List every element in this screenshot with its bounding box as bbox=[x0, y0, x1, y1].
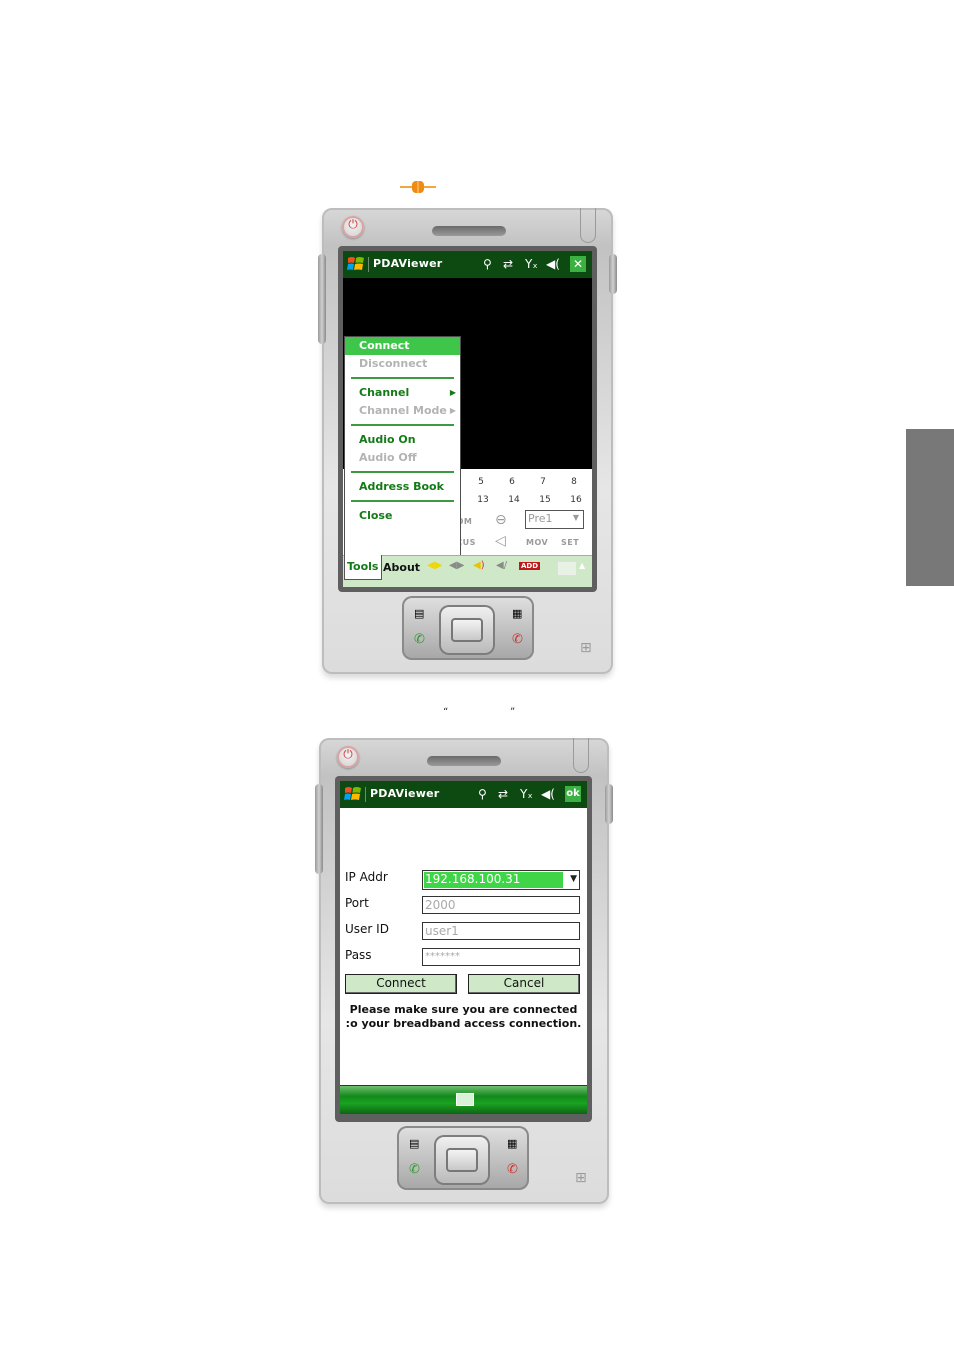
side-button-left[interactable] bbox=[318, 254, 326, 344]
menu-item-channel[interactable]: Channel ▶ bbox=[345, 384, 460, 402]
chevron-down-icon: ▼ bbox=[572, 513, 579, 522]
channel-14[interactable]: 14 bbox=[506, 495, 522, 505]
signal-antenna-icon[interactable]: ⚲ bbox=[483, 256, 492, 272]
password-input[interactable]: ******* bbox=[422, 948, 580, 966]
menu-item-channel-mode[interactable]: Channel Mode ▶ bbox=[345, 402, 460, 420]
side-button-left[interactable] bbox=[315, 784, 323, 874]
contacts-key-icon[interactable]: ▤ bbox=[409, 1138, 419, 1150]
channel-15[interactable]: 15 bbox=[537, 495, 553, 505]
pda-device-bottom: PDAViewer ⚲ ⇄ Yₓ ◀( ok IP Addr 192.168.1… bbox=[315, 738, 613, 1204]
connection-note: Please make sure you are connected :o yo… bbox=[345, 1003, 582, 1030]
menu-item-close[interactable]: Close bbox=[345, 507, 460, 525]
menu-item-audio-off[interactable]: Audio Off bbox=[345, 449, 460, 467]
stylus-slot bbox=[573, 738, 589, 773]
port-input[interactable]: 2000 bbox=[422, 896, 580, 914]
volume-icon[interactable]: ◀( bbox=[541, 786, 555, 802]
close-icon[interactable]: ✕ bbox=[570, 256, 586, 272]
pda-device-top: PDAViewer ⚲ ⇄ Yₓ ◀( ✕ 5 6 7 8 13 14 15 1… bbox=[318, 208, 617, 674]
stylus-slot bbox=[580, 208, 596, 243]
power-button[interactable] bbox=[337, 746, 359, 768]
call-key-icon[interactable]: ✆ bbox=[414, 633, 425, 646]
keyboard-icon[interactable] bbox=[456, 1093, 474, 1106]
tab-tools[interactable]: Tools bbox=[344, 555, 382, 580]
mov-button[interactable]: MOV bbox=[526, 538, 548, 547]
dpad[interactable] bbox=[439, 605, 495, 655]
windows-logo-icon: ⊞ bbox=[580, 640, 592, 656]
volume-icon[interactable]: ◀( bbox=[546, 256, 560, 272]
cancel-button[interactable]: Cancel bbox=[468, 974, 580, 994]
power-button[interactable] bbox=[342, 216, 364, 238]
dpad-center-button[interactable] bbox=[446, 1148, 478, 1172]
up-arrow-icon[interactable]: ▲ bbox=[579, 561, 585, 570]
windows-start-icon[interactable] bbox=[344, 785, 362, 803]
user-id-input[interactable]: user1 bbox=[422, 922, 580, 940]
app-title: PDAViewer bbox=[373, 257, 443, 270]
caption-close-quote: ” bbox=[510, 707, 516, 718]
set-button[interactable]: SET bbox=[561, 538, 579, 547]
tab-about[interactable]: About bbox=[383, 561, 420, 574]
windows-logo-icon: ⊞ bbox=[575, 1170, 587, 1186]
chevron-down-icon: ▼ bbox=[570, 874, 577, 884]
submenu-arrow-icon: ▶ bbox=[449, 406, 456, 415]
speaker-grille bbox=[427, 756, 501, 766]
submenu-arrow-icon: ▶ bbox=[449, 388, 456, 397]
channel-5[interactable]: 5 bbox=[473, 477, 489, 487]
end-call-key-icon[interactable]: ✆ bbox=[507, 1163, 518, 1176]
channel-16[interactable]: 16 bbox=[568, 495, 584, 505]
connect-button[interactable]: Connect bbox=[345, 974, 457, 994]
tools-menu: Connect Disconnect Channel ▶ Channel Mode… bbox=[344, 336, 461, 563]
title-bar: PDAViewer ⚲ ⇄ Yₓ ◀( ok bbox=[340, 781, 587, 808]
signal-antenna-icon[interactable]: ⚲ bbox=[478, 786, 487, 802]
no-signal-icon[interactable]: Yₓ bbox=[520, 786, 533, 802]
speaker-mute-icon[interactable]: ◀/ bbox=[496, 560, 507, 571]
sync-arrows-icon[interactable]: ⇄ bbox=[503, 256, 513, 272]
caption-open-quote: “ bbox=[443, 707, 449, 718]
ok-button[interactable]: ok bbox=[565, 786, 581, 802]
add-icon[interactable]: ADD bbox=[519, 562, 541, 570]
no-signal-icon[interactable]: Yₓ bbox=[525, 256, 538, 272]
menu-item-audio-on[interactable]: Audio On bbox=[345, 431, 460, 449]
side-button-right[interactable] bbox=[605, 784, 613, 824]
keyboard-icon[interactable] bbox=[558, 562, 576, 575]
channel-7[interactable]: 7 bbox=[535, 477, 551, 487]
app-title: PDAViewer bbox=[370, 787, 440, 800]
soft-key-bar bbox=[340, 1085, 587, 1114]
talk-on-icon[interactable]: ◀▶ bbox=[427, 560, 442, 571]
ip-label: IP Addr bbox=[345, 870, 388, 884]
contacts-key-icon[interactable]: ▤ bbox=[414, 608, 424, 620]
menu-item-disconnect[interactable]: Disconnect bbox=[345, 355, 460, 373]
calendar-key-icon[interactable]: ▦ bbox=[512, 608, 522, 620]
user-id-label: User ID bbox=[345, 922, 389, 936]
menu-item-address-book[interactable]: Address Book bbox=[345, 478, 460, 496]
ip-address-combobox[interactable]: 192.168.100.31 ▼ bbox=[422, 870, 580, 890]
dpad[interactable] bbox=[434, 1135, 490, 1185]
talk-off-icon[interactable]: ◀▶ bbox=[449, 560, 464, 571]
device-screen: PDAViewer ⚲ ⇄ Yₓ ◀( ✕ 5 6 7 8 13 14 15 1… bbox=[343, 251, 592, 587]
sync-arrows-icon[interactable]: ⇄ bbox=[498, 786, 508, 802]
port-label: Port bbox=[345, 896, 369, 910]
menu-item-connect[interactable]: Connect bbox=[345, 337, 460, 355]
channel-13[interactable]: 13 bbox=[475, 495, 491, 505]
pass-label: Pass bbox=[345, 948, 372, 962]
plug-connector-icon bbox=[400, 181, 436, 193]
connect-dialog: IP Addr 192.168.100.31 ▼ Port 2000 User … bbox=[340, 808, 587, 1085]
side-tab bbox=[906, 429, 954, 586]
end-call-key-icon[interactable]: ✆ bbox=[512, 633, 523, 646]
title-bar: PDAViewer ⚲ ⇄ Yₓ ◀( ✕ bbox=[343, 251, 592, 278]
zoom-out-icon[interactable]: ⊖ bbox=[495, 512, 507, 528]
channel-6[interactable]: 6 bbox=[504, 477, 520, 487]
windows-start-icon[interactable] bbox=[347, 255, 365, 273]
focus-icon[interactable]: ◁ bbox=[495, 533, 506, 549]
device-screen: PDAViewer ⚲ ⇄ Yₓ ◀( ok IP Addr 192.168.1… bbox=[340, 781, 587, 1114]
speaker-on-icon[interactable]: ◀) bbox=[473, 560, 485, 571]
speaker-grille bbox=[432, 226, 506, 236]
dpad-center-button[interactable] bbox=[451, 618, 483, 642]
call-key-icon[interactable]: ✆ bbox=[409, 1163, 420, 1176]
preset-select[interactable]: Pre1 ▼ bbox=[525, 510, 584, 529]
side-button-right[interactable] bbox=[609, 254, 617, 294]
channel-8[interactable]: 8 bbox=[566, 477, 582, 487]
bottom-toolbar: Tools About ◀▶ ◀▶ ◀) ◀/ ADD ▲ bbox=[343, 555, 592, 587]
calendar-key-icon[interactable]: ▦ bbox=[507, 1138, 517, 1150]
